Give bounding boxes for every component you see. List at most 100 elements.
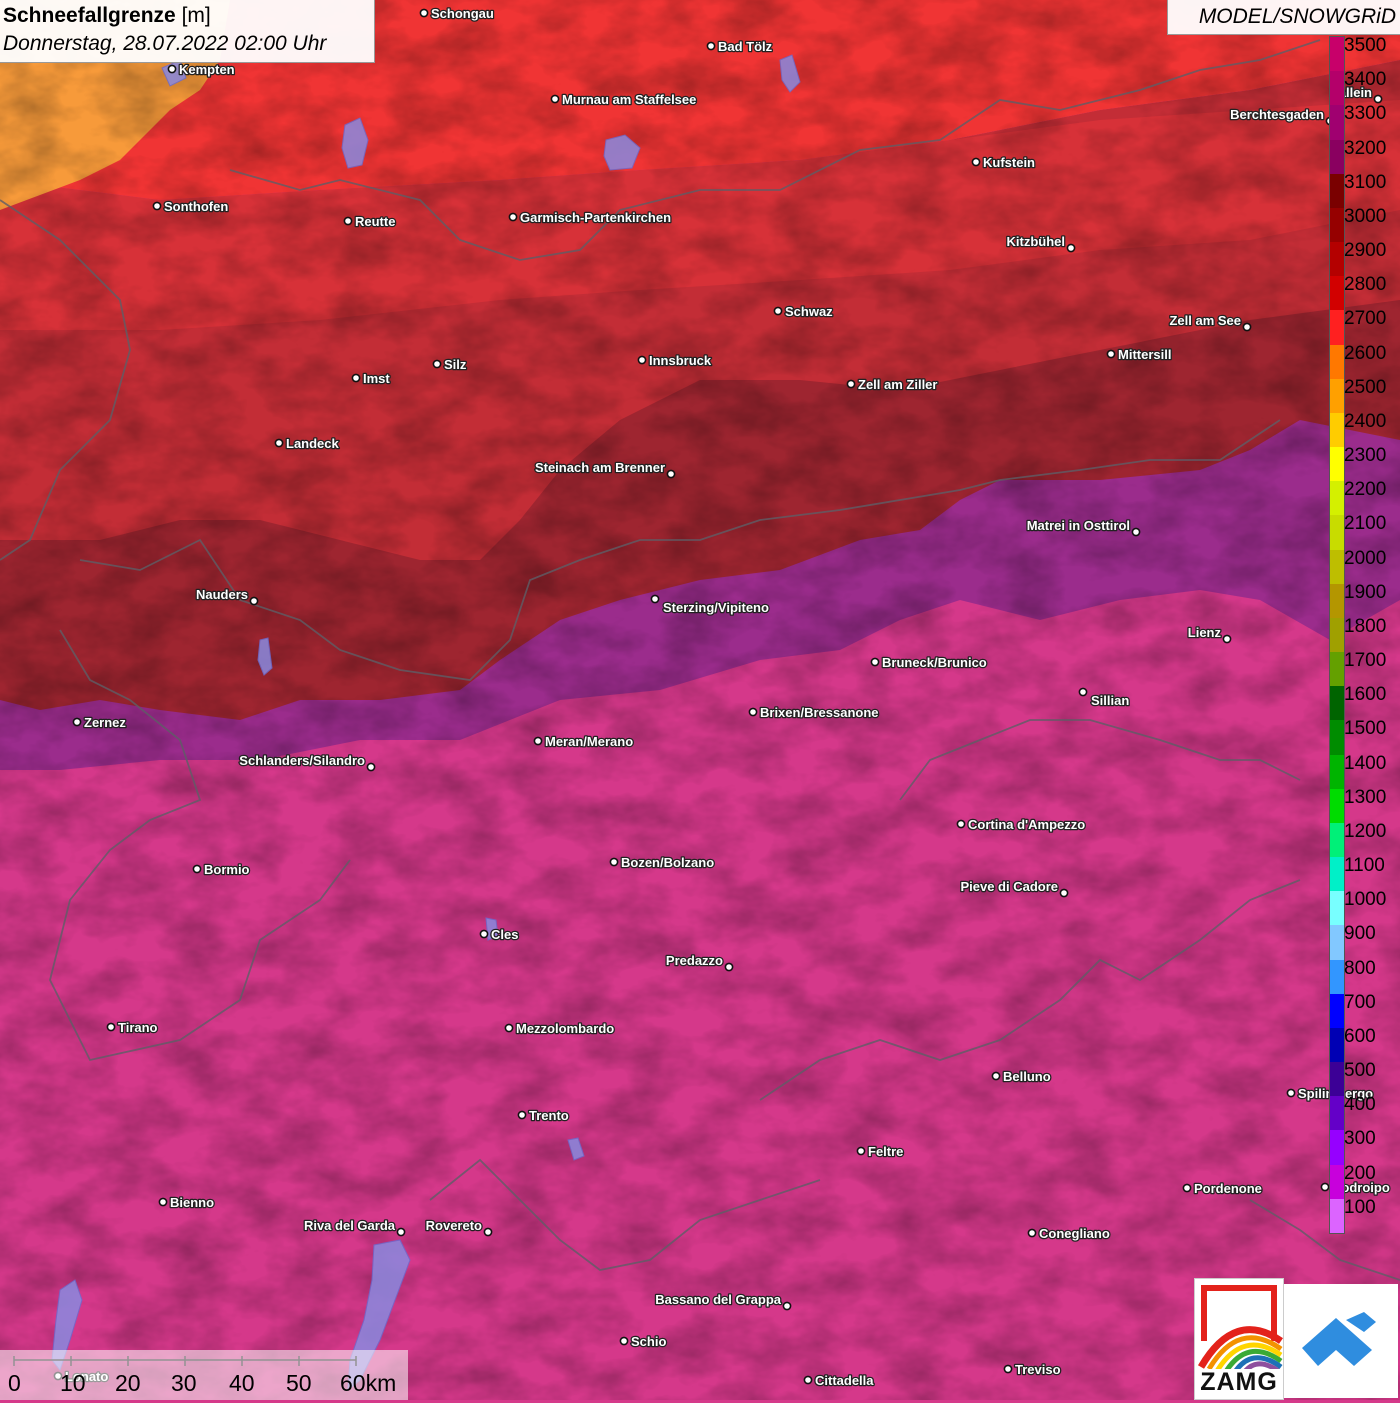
legend-step-300	[1330, 1130, 1344, 1166]
legend-step-1100	[1330, 857, 1344, 892]
legend-label-1200: 1200	[1344, 820, 1387, 842]
legend-step-2300	[1330, 447, 1344, 482]
city-dot	[1222, 634, 1232, 644]
city-steinach-am-brenner: Steinach am Brenner	[534, 459, 676, 479]
city-dot	[619, 1336, 629, 1346]
city-label: Silz	[444, 357, 467, 372]
legend-step-1600	[1330, 686, 1344, 721]
city-label: Steinach am Brenner	[535, 460, 665, 475]
legend-step-900	[1330, 925, 1344, 961]
title-box: Schneefallgrenze [m] Donnerstag, 28.07.2…	[0, 0, 375, 63]
map-title-main: Schneefallgrenze	[3, 4, 176, 27]
city-label: Cittadella	[815, 1373, 874, 1388]
city-label: Treviso	[1015, 1362, 1061, 1377]
city-label: Lienz	[1188, 625, 1222, 640]
city-meran-merano: Meran/Merano	[533, 733, 634, 750]
city-label: Zernez	[84, 715, 126, 730]
city-label: Pordenone	[1194, 1181, 1262, 1196]
city-dot	[343, 216, 353, 226]
city-schlanders-silandro: Schlanders/Silandro	[238, 752, 376, 772]
city-label: Brixen/Bressanone	[760, 705, 879, 720]
city-dot	[72, 717, 82, 727]
city-dot	[508, 212, 518, 222]
city-murnau-am-staffelsee: Murnau am Staffelsee	[550, 91, 698, 108]
city-dot	[1373, 94, 1383, 104]
scale-label-40: 40	[229, 1370, 255, 1396]
map-title: Schneefallgrenze [m]	[3, 4, 211, 28]
scale-label-20: 20	[115, 1370, 141, 1396]
legend-step-600	[1330, 1027, 1344, 1063]
city-label: Imst	[363, 371, 390, 386]
city-label: Trento	[529, 1108, 569, 1123]
city-label: Schongau	[431, 6, 494, 21]
snow-shovel-icon	[1302, 1312, 1376, 1366]
city-conegliano: Conegliano	[1027, 1225, 1111, 1242]
legend-step-1400	[1330, 754, 1344, 790]
legend-label-800: 800	[1344, 957, 1376, 979]
city-bruneck-brunico: Bruneck/Brunico	[870, 654, 988, 671]
legend-step-2500	[1330, 378, 1344, 414]
legend-step-500	[1330, 1062, 1344, 1097]
city-label: Nauders	[196, 587, 248, 602]
legend-step-2000	[1330, 549, 1344, 585]
city-dot	[1242, 322, 1252, 332]
zamg-logo: ZAMG	[1194, 1278, 1284, 1400]
city-label: Feltre	[868, 1144, 903, 1159]
legend-step-3400	[1330, 71, 1344, 106]
legend-label-2300: 2300	[1344, 445, 1387, 467]
city-dot	[956, 819, 966, 829]
legend-step-1300	[1330, 788, 1344, 824]
city-kempten: Kempten	[167, 61, 236, 78]
city-dot	[351, 373, 361, 383]
city-label: Kitzbühel	[1007, 234, 1066, 249]
city-label: Garmisch-Partenkirchen	[520, 210, 671, 225]
city-bad-t-lz: Bad Tölz	[706, 38, 774, 55]
city-rovereto: Rovereto	[424, 1217, 493, 1237]
legend-label-2500: 2500	[1344, 376, 1387, 398]
snowfall-map[interactable]: Schongau Bad Tölz Kempten Murnau am Staffel…	[0, 0, 1400, 1400]
city-dot	[856, 1146, 866, 1156]
legend-step-3000	[1330, 207, 1344, 243]
scale-label-60km: 60km	[340, 1370, 397, 1396]
city-label: Pieve di Cadore	[960, 879, 1058, 894]
city-label: Bormio	[204, 862, 250, 877]
city-label: Predazzo	[666, 953, 723, 968]
legend-label-100: 100	[1344, 1196, 1376, 1218]
legend-step-2700	[1330, 310, 1344, 346]
city-label: Conegliano	[1039, 1226, 1110, 1241]
city-schongau: Schongau	[419, 5, 495, 22]
city-dot	[782, 1301, 792, 1311]
legend-step-200	[1330, 1164, 1344, 1200]
city-dot	[366, 762, 376, 772]
city-dot	[637, 355, 647, 365]
city-label: Zell am Ziller	[858, 377, 937, 392]
legend-label-2000: 2000	[1344, 547, 1387, 569]
city-label: Innsbruck	[649, 353, 712, 368]
city-bozen-bolzano: Bozen/Bolzano	[609, 854, 716, 871]
legend-step-400	[1330, 1096, 1344, 1131]
city-label: Mittersill	[1118, 347, 1171, 362]
snowgrid-logo	[1284, 1284, 1398, 1398]
legend-label-2900: 2900	[1344, 240, 1387, 262]
legend-step-3100	[1330, 173, 1344, 209]
legend-label-3400: 3400	[1344, 69, 1387, 91]
city-label: Rovereto	[426, 1218, 482, 1233]
city-label: Reutte	[355, 214, 395, 229]
legend-step-2900	[1330, 242, 1344, 277]
city-dot	[396, 1227, 406, 1237]
city-dot	[773, 306, 783, 316]
city-dot	[1182, 1183, 1192, 1193]
legend-label-2800: 2800	[1344, 274, 1387, 296]
city-dot	[483, 1227, 493, 1237]
city-dot	[803, 1375, 813, 1385]
city-dot	[106, 1022, 116, 1032]
city-cittadella: Cittadella	[803, 1372, 876, 1389]
city-pordenone: Pordenone	[1182, 1180, 1263, 1197]
legend-step-800	[1330, 959, 1344, 995]
legend-label-300: 300	[1344, 1128, 1376, 1150]
legend-step-3300	[1330, 105, 1344, 140]
city-dot	[724, 962, 734, 972]
city-dot	[249, 596, 259, 606]
city-dot	[609, 857, 619, 867]
scale-label-0: 0	[8, 1370, 21, 1396]
